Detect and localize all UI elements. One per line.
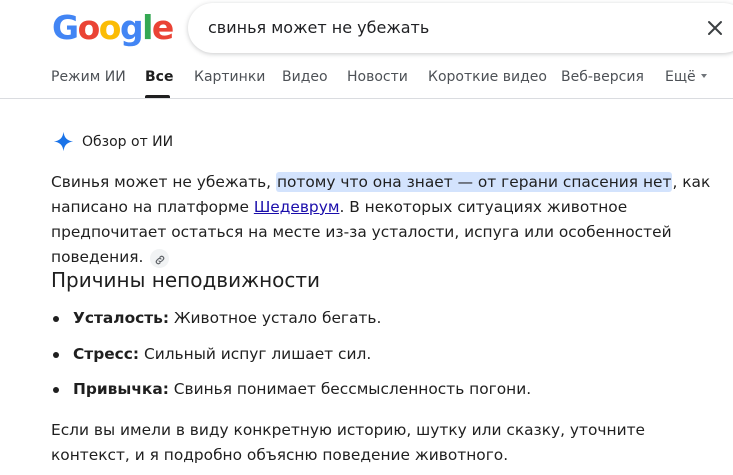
tab-videos[interactable]: Видео (282, 69, 328, 85)
list-item-term: Привычка: (73, 380, 169, 398)
list-item-term: Усталость: (73, 309, 170, 327)
source-link[interactable]: Шедеврум (254, 198, 340, 216)
section-title: Причины неподвижности (51, 268, 321, 292)
tab-all[interactable]: Все (145, 69, 173, 85)
logo-letter: e (151, 8, 174, 47)
search-input[interactable]: свинья может не убежать (208, 18, 429, 37)
logo-letter: l (142, 8, 153, 47)
logo-letter: o (77, 8, 101, 47)
bullet-icon (53, 352, 59, 358)
bullet-icon (53, 387, 59, 393)
tab-ai-mode[interactable]: Режим ИИ (51, 69, 126, 85)
intro-text: Свинья может не убежать, (51, 173, 276, 191)
logo-letter: G (52, 8, 79, 47)
highlighted-text[interactable]: потому что она знает — от герани спасени… (275, 172, 673, 192)
list-item-text: Свинья понимает бессмысленность погони. (168, 380, 532, 398)
search-tabs: Режим ИИ Все Картинки Видео Новости Коро… (0, 60, 733, 98)
google-logo[interactable]: Google (52, 8, 174, 48)
list-item-term: Стресс: (73, 345, 140, 363)
bullet-icon (53, 316, 59, 322)
tab-short-videos[interactable]: Короткие видео (428, 69, 547, 85)
close-icon[interactable] (705, 18, 725, 38)
list-item-text: Сильный испуг лишает сил. (139, 345, 372, 363)
ai-overview-label: Обзор от ИИ (82, 134, 174, 150)
tab-web[interactable]: Веб-версия (561, 69, 644, 85)
logo-letter: g (119, 8, 144, 47)
sparkle-icon (53, 131, 74, 152)
tab-images[interactable]: Картинки (194, 69, 265, 85)
header-divider (0, 98, 733, 99)
tab-more-label: Ещё (665, 69, 696, 85)
tab-more[interactable]: Ещё (665, 69, 707, 85)
chevron-down-icon (700, 74, 707, 78)
list-item-text: Животное устало бегать. (169, 309, 382, 327)
logo-letter: o (98, 8, 122, 47)
tab-news[interactable]: Новости (347, 69, 408, 85)
ai-overview-intro: Свинья может не убежать, потому что она … (51, 170, 721, 270)
ai-overview-outro: Если вы имели в виду конкретную историю,… (51, 421, 646, 464)
search-box[interactable]: свинья может не убежать (188, 3, 733, 53)
